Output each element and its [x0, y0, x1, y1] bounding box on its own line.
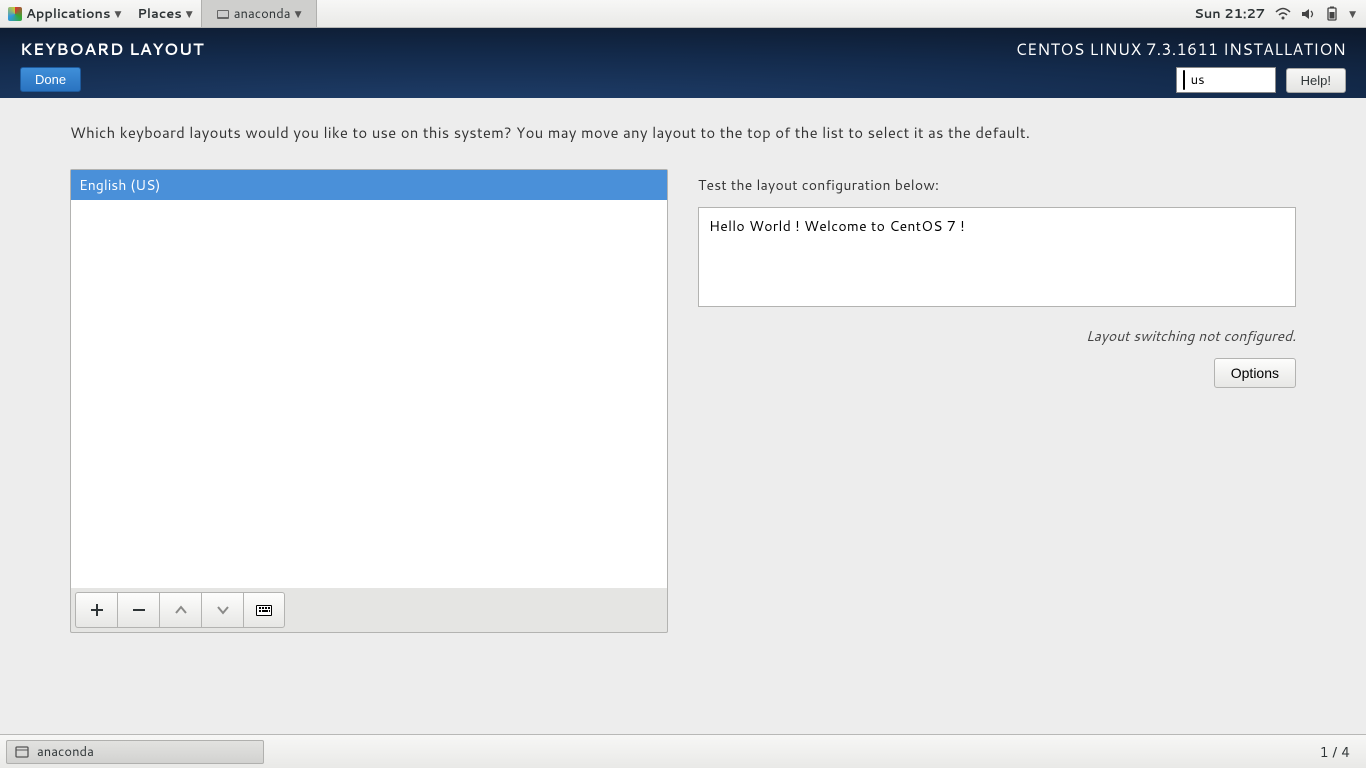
test-label: Test the layout configuration below:	[698, 175, 1296, 195]
remove-layout-button[interactable]	[117, 592, 159, 628]
workspace-indicator[interactable]: 1 / 4	[1310, 742, 1360, 762]
chevron-down-icon: ▼	[295, 7, 302, 20]
active-app-label: anaconda	[234, 5, 291, 23]
gnome-top-panel: Applications ▼ Places ▼ anaconda ▼ Sun 2…	[0, 0, 1366, 28]
chevron-down-icon: ▼	[186, 7, 193, 20]
applications-menu[interactable]: Applications ▼	[0, 0, 129, 27]
minus-icon	[132, 603, 146, 617]
installation-title: CENTOS LINUX 7.3.1611 INSTALLATION	[1015, 38, 1346, 61]
keyboard-layout-panel: English (US)	[70, 169, 668, 633]
chevron-down-icon[interactable]: ▼	[1349, 7, 1356, 20]
taskbar-item-anaconda[interactable]: anaconda	[6, 740, 264, 764]
layout-toolbar	[71, 588, 667, 632]
prompt-text: Which keyboard layouts would you like to…	[70, 122, 1296, 143]
move-up-button[interactable]	[159, 592, 201, 628]
test-input[interactable]: Hello World ! Welcome to CentOS 7 !	[698, 207, 1296, 307]
keyboard-icon	[256, 605, 272, 616]
gnome-bottom-panel: anaconda 1 / 4	[0, 734, 1366, 768]
volume-icon[interactable]	[1301, 7, 1315, 21]
plus-icon	[90, 603, 104, 617]
keyboard-indicator-label: us	[1191, 71, 1205, 89]
options-button[interactable]: Options	[1214, 358, 1296, 388]
list-item[interactable]: English (US)	[71, 170, 667, 200]
anaconda-header: KEYBOARD LAYOUT Done CENTOS LINUX 7.3.16…	[0, 28, 1366, 98]
help-button[interactable]: Help!	[1286, 68, 1346, 93]
system-tray: Sun 21:27 ▼	[1184, 5, 1366, 23]
page-title: KEYBOARD LAYOUT	[20, 38, 204, 61]
clock[interactable]: Sun 21:27	[1194, 5, 1265, 23]
chevron-up-icon	[175, 605, 187, 615]
chevron-down-icon	[217, 605, 229, 615]
wifi-icon[interactable]	[1275, 7, 1291, 21]
places-label: Places	[137, 5, 181, 23]
active-app-menu[interactable]: anaconda ▼	[201, 0, 317, 27]
chevron-down-icon: ▼	[114, 7, 121, 20]
taskbar-item-label: anaconda	[37, 743, 94, 761]
keyboard-layout-list[interactable]: English (US)	[71, 170, 667, 588]
places-menu[interactable]: Places ▼	[129, 0, 200, 27]
done-button[interactable]: Done	[20, 67, 81, 92]
battery-icon[interactable]	[1325, 6, 1339, 22]
main-content: Which keyboard layouts would you like to…	[0, 98, 1366, 734]
keyboard-indicator[interactable]: us	[1176, 67, 1276, 93]
applications-label: Applications	[26, 5, 110, 23]
anaconda-app-icon	[216, 7, 230, 21]
activities-icon	[8, 7, 22, 21]
keyboard-icon	[1183, 71, 1185, 89]
switching-note: Layout switching not configured.	[698, 326, 1296, 346]
preview-layout-button[interactable]	[243, 592, 285, 628]
add-layout-button[interactable]	[75, 592, 117, 628]
move-down-button[interactable]	[201, 592, 243, 628]
window-icon	[15, 745, 29, 759]
